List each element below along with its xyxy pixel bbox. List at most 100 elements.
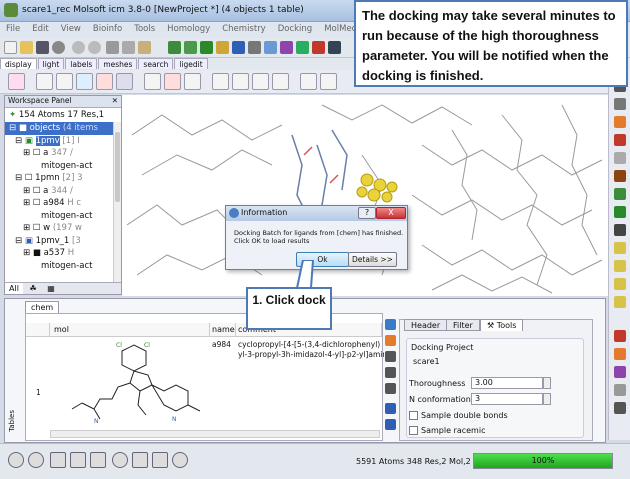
column-name[interactable]: name [210,323,236,337]
panel-stack-icon[interactable] [90,452,106,468]
tab-tools[interactable]: ⚒ Tools [480,319,524,331]
ribbon-icon[interactable] [116,73,133,90]
redo-icon[interactable] [88,41,101,54]
more-tools-icon[interactable] [614,402,626,414]
residue-icon[interactable] [200,41,213,54]
molecule-icon[interactable] [232,41,245,54]
sort-icon[interactable] [385,351,396,362]
workspace-close-icon[interactable]: ✕ [112,96,118,105]
zoom-icon[interactable] [614,152,626,164]
tab-labels[interactable]: labels [65,58,98,69]
tree-item[interactable]: mitogen-act [5,260,121,273]
cut-icon[interactable] [106,41,119,54]
thoroughness-input[interactable]: 3.00 [471,377,543,389]
stop-icon[interactable] [8,452,24,468]
tree-item[interactable]: ⊞ ☐ w (197 w [5,222,121,235]
surface-display-icon[interactable] [164,73,181,90]
menu-view[interactable]: View [55,22,87,36]
camera-icon[interactable] [132,452,148,468]
surface-icon[interactable] [296,41,309,54]
panel-layout-icon[interactable] [50,452,66,468]
highlight-icon[interactable] [614,348,626,360]
tab-all[interactable]: All [5,283,23,294]
tree-item[interactable]: mitogen-act [5,160,121,173]
tab-chem[interactable]: chem [25,301,60,313]
tab-filter[interactable]: Filter [446,319,480,331]
rock-icon[interactable] [614,206,626,218]
cpk-icon[interactable] [76,73,93,90]
menu-edit[interactable]: Edit [26,22,54,36]
help-button[interactable]: ? [358,207,376,219]
paste-icon[interactable] [138,41,151,54]
workspace-scrollbar[interactable] [113,122,121,282]
sample-double-bonds-checkbox[interactable] [409,411,418,420]
tab-search[interactable]: search [138,58,174,69]
close-button[interactable]: X [376,207,406,219]
save-icon[interactable] [36,41,49,54]
thoroughness-spinner[interactable] [543,377,551,389]
table-tool-icon[interactable] [385,319,396,330]
site-label-icon[interactable] [272,73,289,90]
var-label-icon[interactable] [252,73,269,90]
ball-stick-icon[interactable] [36,73,53,90]
menu-chemistry[interactable]: Chemistry [216,22,271,36]
tab-ligedit[interactable]: ligedit [174,58,208,69]
paint-icon[interactable] [614,366,626,378]
erase-icon[interactable] [614,384,626,396]
tab-tables-icon[interactable]: ▦ [43,283,59,294]
molecule-drawing[interactable]: Cl Cl N N [52,339,208,429]
mesh-icon[interactable] [280,41,293,54]
tab-molecules-icon[interactable]: ☘ [25,283,40,294]
angle-icon[interactable] [614,260,626,272]
panel-split-icon[interactable] [70,452,86,468]
menu-file[interactable]: File [0,22,26,36]
movie-icon[interactable] [152,452,168,468]
new-file-icon[interactable] [4,41,17,54]
tree-item[interactable]: ⊞ ■ a537 H [5,247,121,260]
details-button[interactable]: Details >> [348,252,397,267]
xstick-icon[interactable] [96,73,113,90]
edit-mol-icon[interactable] [385,335,396,346]
open-folder-icon[interactable] [20,41,33,54]
measure-icon[interactable] [614,296,626,308]
tree-item[interactable]: ⊟ ▣ 1pmv_1 [3 [5,235,121,248]
tab-light[interactable]: light [37,58,65,69]
record-icon[interactable] [28,452,44,468]
chain-icon[interactable] [216,41,229,54]
sphere-icon[interactable] [264,41,277,54]
workspace-scroll-thumb[interactable] [115,132,120,202]
filter-table-icon[interactable] [385,367,396,378]
menu-tools[interactable]: Tools [128,22,161,36]
object-icon[interactable] [248,41,261,54]
atom-label-icon[interactable] [212,73,229,90]
script-icon[interactable] [172,452,188,468]
distance-icon[interactable] [614,242,626,254]
tab-meshes[interactable]: meshes [98,58,138,69]
menu-bioinfo[interactable]: Bioinfo [87,22,128,36]
nconf-spinner[interactable] [543,393,551,405]
tree-item[interactable]: ⊟ ▣ 1pmv [1] I [5,135,121,148]
table-hscrollbar[interactable] [50,430,380,438]
tree-item[interactable]: mitogen-act [5,210,121,223]
translate-icon[interactable] [614,134,626,146]
tree-item[interactable]: ⊞ ☐ a984 H c [5,197,121,210]
form-view-icon[interactable] [385,419,396,430]
gear-icon[interactable] [112,452,128,468]
settings-icon[interactable] [52,41,65,54]
tab-header[interactable]: Header [404,319,448,331]
torsion-icon[interactable] [614,278,626,290]
tree-item[interactable]: ⊟ ☐ 1pmn [2] 3 [5,172,121,185]
color-icon[interactable] [312,41,325,54]
wire-icon[interactable] [8,73,25,90]
tree-item[interactable]: ⊞ ☐ a 347 / [5,147,121,160]
sample-racemic-checkbox[interactable] [409,426,418,435]
tree-item[interactable]: ⊞ ☐ a 344 / [5,185,121,198]
view-icon[interactable] [328,41,341,54]
residue-label-icon[interactable] [232,73,249,90]
stereo-icon[interactable] [614,224,626,236]
move-icon[interactable] [614,98,626,110]
undo-icon[interactable] [72,41,85,54]
label-icon[interactable] [614,330,626,342]
nconf-input[interactable]: 3 [471,393,543,405]
grob-icon[interactable] [184,73,201,90]
